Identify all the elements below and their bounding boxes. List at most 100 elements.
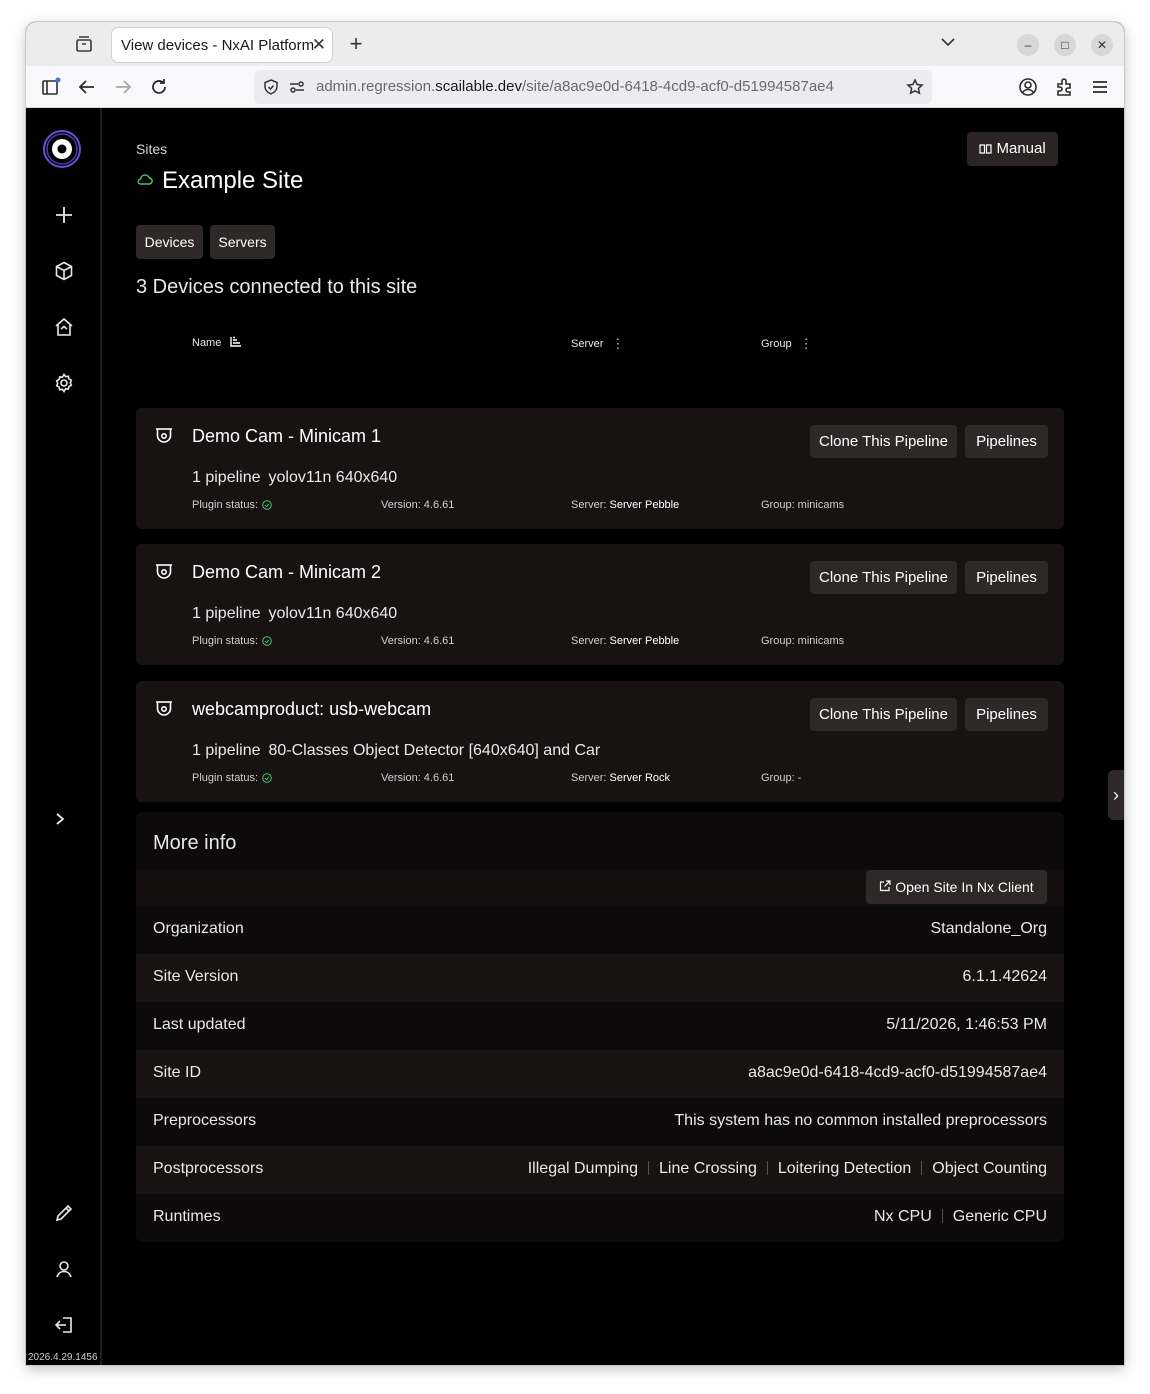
devices-count-title: 3 Devices connected to this site <box>136 276 418 298</box>
settings-icon[interactable] <box>53 372 75 394</box>
clone-pipeline-button[interactable]: Clone This Pipeline <box>810 425 957 458</box>
extensions-icon[interactable] <box>1053 76 1075 98</box>
site-permissions-icon[interactable] <box>288 79 306 95</box>
back-arrow-icon[interactable] <box>76 76 98 98</box>
device-server: Server: Server Rock <box>571 772 671 784</box>
column-menu-icon[interactable]: ⋮ <box>800 336 813 352</box>
camera-icon <box>156 428 172 443</box>
plugin-version: Version: 4.6.61 <box>381 772 455 784</box>
info-row-postprocessors: Postprocessors Illegal Dumping Line Cross… <box>136 1146 1064 1194</box>
open-nx-client-button[interactable]: Open Site In Nx Client <box>866 870 1047 904</box>
tab-servers[interactable]: Servers <box>210 225 275 259</box>
open-nx-client-label: Open Site In Nx Client <box>895 879 1034 895</box>
device-row[interactable]: webcamproduct: usb-webcam Clone This Pip… <box>136 681 1064 802</box>
build-version: 2026.4.29.1456 <box>28 1352 98 1363</box>
nxai-logo-icon[interactable] <box>41 128 83 170</box>
book-icon <box>979 144 992 154</box>
breadcrumb-sites[interactable]: Sites <box>136 141 167 157</box>
pipeline-summary: 1 pipeline yolov11n 640x640 <box>192 469 398 486</box>
close-window-icon[interactable]: ✕ <box>1091 34 1113 56</box>
postprocessor-list: Illegal Dumping Line Crossing Loitering De… <box>528 1160 1047 1178</box>
shield-icon[interactable] <box>262 78 280 96</box>
new-tab-icon[interactable]: + <box>344 31 368 57</box>
info-row-preprocessors: Preprocessors This system has no common … <box>153 1112 1047 1129</box>
hamburger-menu-icon[interactable] <box>1089 76 1111 98</box>
check-circle-icon <box>262 636 272 646</box>
camera-icon <box>156 564 172 579</box>
more-info-title: More info <box>153 832 237 854</box>
clone-pipeline-button[interactable]: Clone This Pipeline <box>810 561 957 594</box>
postprocessor-chip: Loitering Detection <box>777 1160 912 1177</box>
runtime-chip: Nx CPU <box>873 1208 932 1225</box>
reload-icon[interactable] <box>148 76 170 98</box>
drawer-toggle-chevron-icon[interactable]: › <box>1108 770 1124 820</box>
cloud-online-icon <box>137 174 153 185</box>
plugin-status: Plugin status: <box>192 635 272 647</box>
device-name[interactable]: Demo Cam - Minicam 1 <box>192 426 381 447</box>
minimize-window-icon[interactable]: – <box>1017 34 1039 56</box>
clone-pipeline-button[interactable]: Clone This Pipeline <box>810 698 957 731</box>
account-icon[interactable] <box>1017 76 1039 98</box>
info-row-site-id: Site ID a8ac9e0d-6418-4cd9-acf0-d5199458… <box>136 1050 1064 1098</box>
pipelines-button[interactable]: Pipelines <box>965 698 1048 731</box>
forward-arrow-icon[interactable] <box>112 76 134 98</box>
browser-tab-active[interactable]: View devices - NxAI Platform ✕ <box>112 28 332 62</box>
plugin-version: Version: 4.6.61 <box>381 499 455 511</box>
chevron-right-icon[interactable] <box>54 812 66 826</box>
device-name[interactable]: webcamproduct: usb-webcam <box>192 699 431 720</box>
logout-icon[interactable] <box>53 1314 75 1336</box>
camera-icon <box>156 701 172 716</box>
browser-window: View devices - NxAI Platform ✕ + – □ ✕ a… <box>26 22 1124 1365</box>
device-group: Group: - <box>761 772 802 784</box>
url-text[interactable]: admin.regression.scailable.dev/site/a8ac… <box>316 78 834 95</box>
device-name[interactable]: Demo Cam - Minicam 2 <box>192 562 381 583</box>
info-row-organization: Organization Standalone_Org <box>153 920 1047 937</box>
info-row-site-version: Site Version 6.1.1.42624 <box>136 954 1064 1002</box>
column-header-server[interactable]: Server ⋮ <box>571 336 624 352</box>
url-bar[interactable]: admin.regression.scailable.dev/site/a8ac… <box>254 70 932 104</box>
plugin-status: Plugin status: <box>192 499 272 511</box>
postprocessor-chip: Object Counting <box>932 1160 1047 1177</box>
cube-icon[interactable] <box>53 260 75 282</box>
sidebar-toggle-icon[interactable] <box>40 76 62 98</box>
manual-button[interactable]: Manual <box>967 132 1058 166</box>
add-icon[interactable] <box>53 204 75 226</box>
close-tab-icon[interactable]: ✕ <box>312 35 326 55</box>
sort-icon[interactable] <box>230 336 242 347</box>
pipelines-button[interactable]: Pipelines <box>965 425 1048 458</box>
home-icon[interactable] <box>53 316 75 338</box>
external-link-icon <box>880 880 891 892</box>
app-sidebar: 2026.4.29.1456 <box>26 108 102 1365</box>
device-group: Group: minicams <box>761 499 845 511</box>
more-info-actions: Open Site In Nx Client <box>136 870 1064 906</box>
tab-overview-icon[interactable] <box>72 33 96 57</box>
plugin-version: Version: 4.6.61 <box>381 635 455 647</box>
device-row[interactable]: Demo Cam - Minicam 1 Clone This Pipeline… <box>136 408 1064 529</box>
runtime-list: Nx CPU Generic CPU <box>874 1208 1047 1226</box>
pipelines-button[interactable]: Pipelines <box>965 561 1048 594</box>
postprocessor-chip: Illegal Dumping <box>527 1160 639 1177</box>
device-server: Server: Server Pebble <box>571 635 680 647</box>
page-title: Example Site <box>162 167 304 194</box>
maximize-window-icon[interactable]: □ <box>1054 34 1076 56</box>
pencil-icon[interactable] <box>53 1202 75 1224</box>
browser-tab-bar: View devices - NxAI Platform ✕ + – □ ✕ <box>26 22 1124 66</box>
column-header-name[interactable]: Name <box>192 336 242 349</box>
user-icon[interactable] <box>53 1258 75 1280</box>
column-menu-icon[interactable]: ⋮ <box>611 336 624 352</box>
bookmark-star-icon[interactable] <box>906 78 924 96</box>
info-row-last-updated: Last updated 5/11/2026, 1:46:53 PM <box>153 1016 1047 1033</box>
column-header-group[interactable]: Group ⋮ <box>761 336 813 352</box>
postprocessor-chip: Line Crossing <box>659 1160 757 1177</box>
tab-devices[interactable]: Devices <box>136 225 203 259</box>
plugin-status: Plugin status: <box>192 772 272 784</box>
main-content: Sites Example Site Manual Devices Server… <box>136 108 1066 1365</box>
check-circle-icon <box>262 773 272 783</box>
check-circle-icon <box>262 500 272 510</box>
device-row[interactable]: Demo Cam - Minicam 2 Clone This Pipeline… <box>136 544 1064 665</box>
more-info-panel: More info Open Site In Nx Client Organiz… <box>136 812 1064 1242</box>
device-group: Group: minicams <box>761 635 845 647</box>
chevron-down-icon[interactable] <box>940 34 956 50</box>
pipeline-summary: 1 pipeline yolov11n 640x640 <box>192 605 398 622</box>
app-viewport: 2026.4.29.1456 Sites Example Site Manual… <box>26 108 1124 1365</box>
